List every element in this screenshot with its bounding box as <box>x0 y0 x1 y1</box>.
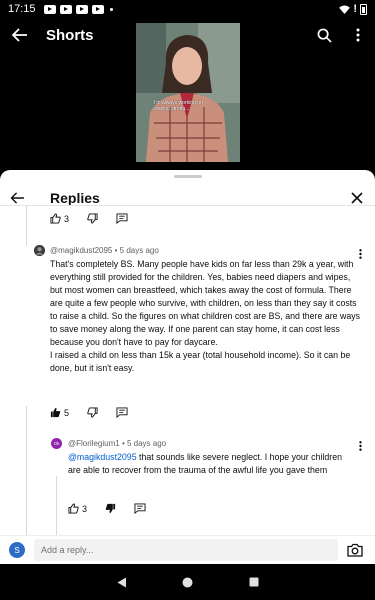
header-divider <box>0 205 375 206</box>
dislike-button[interactable] <box>87 407 98 418</box>
dislike-button[interactable] <box>87 213 98 224</box>
comment-actions: 5 <box>50 407 146 418</box>
thumbs-up-icon <box>68 503 79 514</box>
video-frame-image <box>136 23 240 162</box>
youtube-notification-icon <box>43 4 56 14</box>
replies-sheet: Replies 3 @magikdust2095 • 5 days ago Th… <box>0 170 375 564</box>
avatar[interactable]: Ok <box>51 438 62 449</box>
reply-button[interactable] <box>134 503 146 514</box>
close-button[interactable] <box>339 182 375 214</box>
nav-home-button[interactable] <box>155 564 221 600</box>
comment-text: That's completely BS. Many people have k… <box>50 258 360 375</box>
like-count: 3 <box>64 213 70 224</box>
like-button[interactable]: 3 <box>68 503 87 514</box>
more-vertical-icon <box>358 441 362 451</box>
comment-paragraph: I raised a child on less than 15k a year… <box>50 350 351 373</box>
short-video-player[interactable]: I'm always working on staying strong... <box>136 23 240 162</box>
comment-author[interactable]: @Florilegium1 <box>68 439 120 448</box>
status-icons: ! <box>339 3 367 15</box>
thumbs-down-icon <box>87 213 98 224</box>
youtube-notification-icon <box>91 4 104 14</box>
nav-back-button[interactable] <box>89 564 155 600</box>
page-title: Shorts <box>46 26 94 44</box>
comment-text: @magikdust2095 that sounds like severe n… <box>68 451 350 477</box>
comment-actions: 3 <box>68 503 164 514</box>
drag-handle[interactable] <box>174 175 202 178</box>
back-button[interactable] <box>0 18 40 52</box>
status-bar: 17:15 ! <box>0 0 375 18</box>
youtube-notification-icon <box>59 4 72 14</box>
video-caption: I'm always working on staying strong... <box>154 100 203 112</box>
comment-icon <box>134 503 146 514</box>
reply-button[interactable] <box>116 213 128 224</box>
comment-header: @Florilegium1 • 5 days ago <box>68 439 167 448</box>
arrow-left-icon <box>10 192 24 204</box>
comment-icon <box>116 213 128 224</box>
search-button[interactable] <box>307 18 341 52</box>
comment-header: @magikdust2095 • 5 days ago <box>50 246 159 255</box>
more-notifications-dot-icon <box>109 7 113 11</box>
replies-header: Replies <box>0 182 375 214</box>
comment-actions: 3 <box>50 213 146 224</box>
dislike-button[interactable] <box>105 503 116 514</box>
thumbs-up-icon <box>50 213 61 224</box>
wifi-icon <box>339 4 351 14</box>
battery-icon <box>360 3 367 15</box>
youtube-notification-icon <box>75 4 88 14</box>
comment-paragraph: That's completely BS. Many people have k… <box>50 259 361 347</box>
like-button[interactable]: 3 <box>50 213 69 224</box>
reply-button[interactable] <box>116 407 128 418</box>
reply-composer: S <box>0 535 375 564</box>
reply-input[interactable] <box>34 539 338 561</box>
arrow-left-icon <box>12 28 27 42</box>
thumbs-down-filled-icon <box>105 503 116 514</box>
comment-item: Ok @Florilegium1 • 5 days ago @magikdust… <box>0 436 375 496</box>
thumbs-down-icon <box>87 407 98 418</box>
like-count: 5 <box>64 407 70 418</box>
avatar[interactable] <box>34 245 45 256</box>
search-icon <box>317 28 332 43</box>
alert-indicator: ! <box>353 3 357 15</box>
square-recents-icon <box>249 577 258 587</box>
avatar-image <box>34 245 45 256</box>
camera-button[interactable] <box>346 541 364 559</box>
comment-author[interactable]: @magikdust2095 <box>50 246 112 255</box>
comment-more-button[interactable] <box>354 439 366 453</box>
like-button[interactable]: 5 <box>50 407 69 418</box>
circle-home-icon <box>182 577 193 587</box>
comment-timestamp: 5 days ago <box>126 439 167 448</box>
triangle-back-icon <box>117 577 126 587</box>
comment-item: @magikdust2095 • 5 days ago That's compl… <box>0 242 375 422</box>
nav-recents-button[interactable] <box>221 564 287 600</box>
mention-link[interactable]: @magikdust2095 <box>68 452 137 462</box>
system-nav-bar <box>0 564 375 600</box>
replies-title: Replies <box>50 190 100 206</box>
more-vertical-icon <box>356 28 360 42</box>
avatar-initials: Ok <box>53 441 60 446</box>
camera-icon <box>347 543 363 557</box>
user-avatar[interactable]: S <box>9 542 25 558</box>
comment-timestamp: 5 days ago <box>119 246 159 255</box>
thread-line <box>26 206 27 246</box>
status-time: 17:15 <box>8 3 36 15</box>
comment-icon <box>116 407 128 418</box>
more-options-button[interactable] <box>341 18 375 52</box>
replies-back-button[interactable] <box>0 182 34 214</box>
like-count: 3 <box>82 503 88 514</box>
thumbs-up-filled-icon <box>50 407 61 418</box>
close-icon <box>351 192 363 204</box>
